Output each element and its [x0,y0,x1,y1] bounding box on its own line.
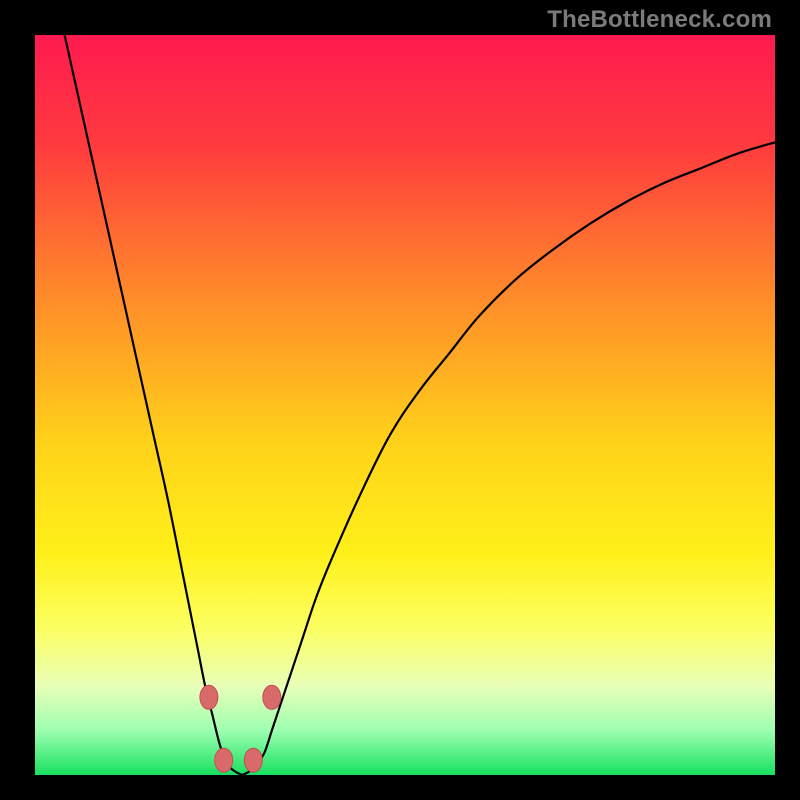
marker-dot [200,685,218,709]
plot-area [35,35,775,775]
curve-layer [35,35,775,775]
chart-frame: TheBottleneck.com [0,0,800,800]
marker-dot [244,748,262,772]
curve-right [242,142,775,775]
marker-dot [263,685,281,709]
markers-group [200,685,281,772]
curve-left [65,35,243,775]
watermark-text: TheBottleneck.com [547,6,772,34]
marker-dot [215,748,233,772]
